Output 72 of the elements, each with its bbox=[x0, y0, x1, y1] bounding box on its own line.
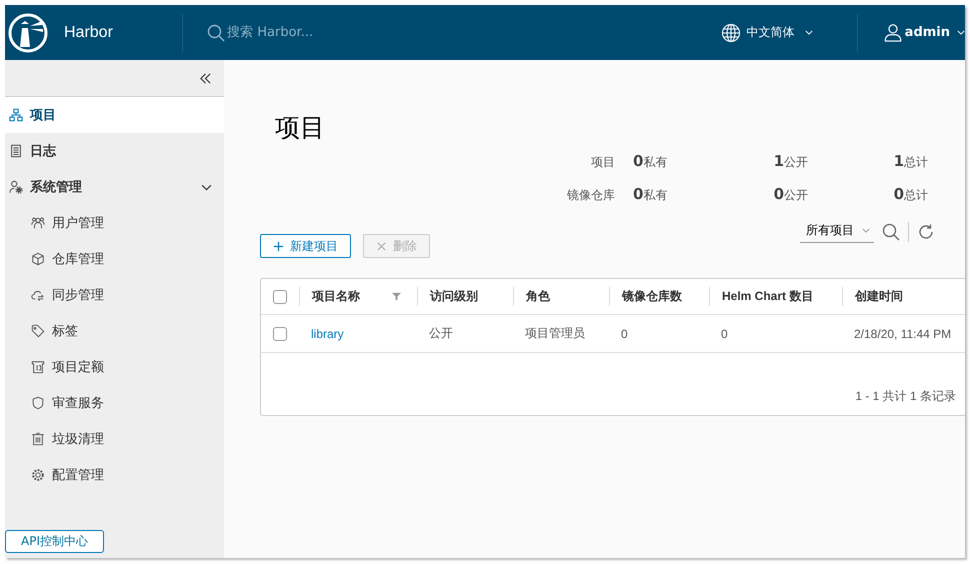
stat-value: 1 bbox=[774, 152, 784, 170]
checkbox[interactable] bbox=[273, 326, 287, 340]
toolbar-button[interactable]: 新建项目 bbox=[260, 234, 351, 258]
stat-unit: 公开 bbox=[784, 187, 808, 204]
stat-unit: 公开 bbox=[784, 154, 808, 171]
sidebar-item[interactable]: 同步管理 bbox=[5, 277, 224, 313]
checkbox[interactable] bbox=[273, 290, 287, 304]
stat-unit: 总计 bbox=[904, 187, 928, 204]
stat-unit: 总计 bbox=[904, 154, 928, 171]
filter-dropdown[interactable]: 所有项目 bbox=[800, 220, 874, 243]
quota-icon bbox=[31, 360, 45, 374]
stat-value: 0 bbox=[633, 152, 644, 170]
table-cell: 项目管理员 bbox=[525, 326, 585, 340]
column-header[interactable]: Helm Chart 数目 bbox=[722, 288, 814, 305]
sidebar-item[interactable]: 仓库管理 bbox=[5, 241, 224, 277]
globe-icon bbox=[720, 22, 741, 42]
sidebar-item[interactable]: 垃圾清理 bbox=[5, 421, 224, 457]
sidebar-item[interactable]: 审查服务 bbox=[5, 385, 224, 421]
sidebar-item[interactable]: 标签 bbox=[5, 313, 224, 349]
sidebar-item[interactable]: 系统管理 bbox=[5, 169, 224, 205]
stat-value: 0 bbox=[894, 185, 904, 203]
caret-icon bbox=[804, 30, 813, 35]
trash-icon bbox=[31, 432, 45, 446]
sidebar-item[interactable]: 用户管理 bbox=[5, 205, 224, 241]
document-icon bbox=[9, 144, 23, 158]
lighthouse-logo-icon bbox=[8, 12, 48, 52]
language-dropdown[interactable]: 中文简体 bbox=[720, 22, 813, 42]
column-header[interactable]: 角色 bbox=[526, 288, 550, 305]
stat-value: 0 bbox=[774, 185, 784, 203]
page-title: 项目 bbox=[275, 112, 326, 144]
refresh-icon[interactable] bbox=[917, 222, 935, 240]
sidebar-item[interactable]: 项目定额 bbox=[5, 349, 224, 385]
plus-icon bbox=[273, 240, 284, 252]
search-field[interactable]: 搜索 Harbor... bbox=[225, 25, 428, 40]
users-icon bbox=[31, 216, 45, 230]
filter-icon[interactable] bbox=[392, 292, 401, 301]
project-link[interactable]: library bbox=[311, 326, 344, 340]
stat-unit: 私有 bbox=[643, 187, 668, 204]
table-cell: 0 bbox=[721, 326, 728, 340]
column-header[interactable]: 项目名称 bbox=[312, 288, 360, 305]
tag-icon bbox=[31, 324, 45, 338]
double-chevron-icon bbox=[199, 72, 212, 84]
user-menu[interactable]: admin bbox=[884, 23, 965, 42]
search-icon bbox=[207, 24, 226, 42]
table-cell: 2/18/20, 11:44 PM bbox=[854, 326, 952, 340]
sidebar-item[interactable]: 配置管理 bbox=[5, 457, 224, 493]
close-icon bbox=[376, 240, 387, 252]
cloud-sync-icon bbox=[31, 288, 45, 302]
stat-label: 镜像仓库 bbox=[566, 187, 615, 204]
sidebar-item[interactable]: 日志 bbox=[5, 133, 224, 169]
stat-value: 0 bbox=[633, 185, 644, 203]
stat-value: 1 bbox=[894, 152, 904, 170]
search-icon[interactable] bbox=[882, 222, 900, 240]
brand-name: Harbor bbox=[64, 24, 113, 42]
user-gear-icon bbox=[9, 180, 23, 194]
column-header[interactable]: 访问级别 bbox=[430, 288, 478, 305]
shield-icon bbox=[31, 396, 45, 410]
settings-icon bbox=[31, 468, 45, 482]
stat-label: 项目 bbox=[590, 154, 615, 171]
stat-unit: 私有 bbox=[643, 154, 668, 171]
sidebar-item[interactable]: 项目 bbox=[5, 97, 224, 133]
api-explorer-button[interactable]: API控制中心 bbox=[5, 530, 104, 553]
table-cell: 0 bbox=[621, 326, 628, 340]
hierarchy-icon bbox=[9, 108, 23, 122]
column-header[interactable]: 镜像仓库数 bbox=[622, 288, 682, 305]
caret-icon bbox=[862, 228, 870, 233]
cube-icon bbox=[31, 252, 45, 266]
caret-icon bbox=[957, 30, 965, 35]
column-header[interactable]: 创建时间 bbox=[855, 288, 903, 305]
table-cell: 公开 bbox=[429, 326, 453, 340]
pagination-text: 1 - 1 共计 1 条记录 bbox=[855, 388, 956, 405]
user-icon bbox=[884, 23, 902, 42]
